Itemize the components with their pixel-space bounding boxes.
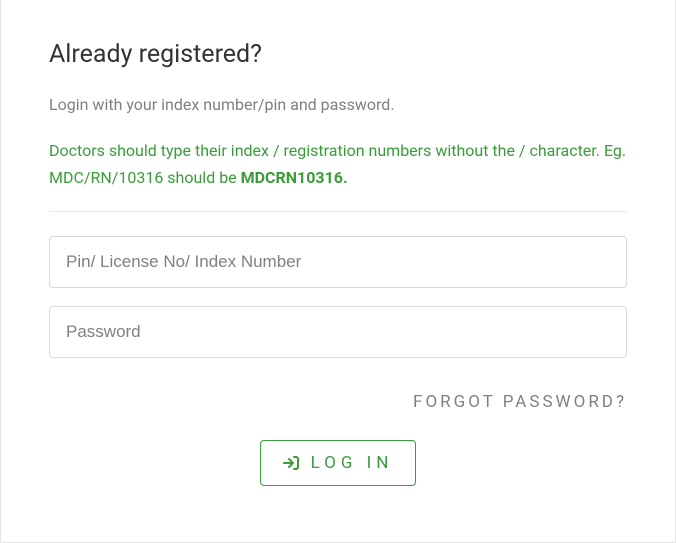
- username-input[interactable]: [49, 236, 627, 288]
- doctor-notice-example: MDCRN10316.: [241, 168, 348, 187]
- divider: [49, 211, 627, 212]
- page-title: Already registered?: [49, 40, 627, 69]
- login-button-label: LOG IN: [311, 453, 394, 473]
- forgot-password-link[interactable]: FORGOT PASSWORD?: [413, 392, 627, 412]
- sign-in-icon: [283, 455, 299, 471]
- doctor-notice: Doctors should type their index / regist…: [49, 137, 627, 191]
- login-subtitle: Login with your index number/pin and pas…: [49, 93, 627, 117]
- forgot-row: FORGOT PASSWORD?: [49, 392, 627, 412]
- login-card: Already registered? Login with your inde…: [0, 0, 676, 543]
- login-row: LOG IN: [49, 440, 627, 486]
- login-button[interactable]: LOG IN: [260, 440, 417, 486]
- password-input[interactable]: [49, 306, 627, 358]
